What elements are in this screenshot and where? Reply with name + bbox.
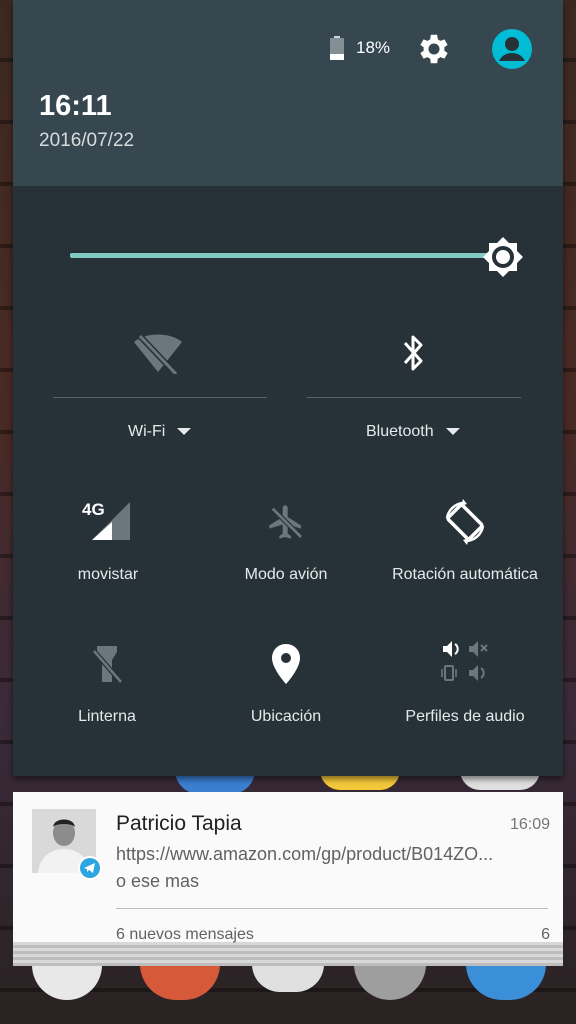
telegram-icon [78, 856, 102, 880]
notification-stack-edge [13, 942, 563, 966]
wifi-label-dropdown[interactable]: Wi-Fi [128, 423, 192, 441]
notification-title: Patricio Tapia [116, 812, 242, 835]
dock-app-icon [466, 964, 546, 1000]
flashlight-tile[interactable]: Linterna [53, 642, 161, 726]
location-pin-icon [272, 644, 300, 684]
airplane-mode-label: Modo avión [244, 566, 328, 583]
clock: 16:11 [39, 90, 112, 122]
auto-rotate-label: Rotación automática [392, 566, 538, 583]
flashlight-label: Linterna [78, 708, 136, 725]
flashlight-off-icon [91, 646, 123, 684]
date: 2016/07/22 [39, 130, 135, 151]
notification-time: 16:09 [509, 816, 550, 833]
dock-app-icon [252, 964, 324, 992]
bluetooth-icon [403, 335, 423, 371]
notification-count: 6 [541, 926, 550, 943]
dock-app-icon [140, 964, 220, 1000]
location-label: Ubicación [250, 708, 322, 725]
airplane-icon [269, 505, 303, 539]
quick-settings-panel: 18% 16:11 2016/07/22 Wi-Fi Bluetooth 4G … [13, 0, 563, 776]
airplane-mode-tile[interactable]: Modo avión [213, 502, 359, 584]
audio-profiles-label: Perfiles de audio [405, 708, 525, 725]
dock-app-icon [354, 964, 426, 1000]
brightness-track [70, 253, 506, 258]
audio-profiles-tile[interactable]: Perfiles de audio [397, 638, 533, 726]
wifi-tile[interactable] [123, 330, 193, 378]
wifi-label: Wi-Fi [128, 423, 166, 440]
bluetooth-tile[interactable] [393, 333, 433, 377]
wifi-off-icon [134, 331, 182, 374]
notification-summary: 6 nuevos mensajes [116, 926, 254, 943]
quick-settings-header: 18% 16:11 2016/07/22 [13, 0, 563, 186]
chevron-down-icon [177, 428, 192, 436]
mobile-data-label: movistar [77, 566, 139, 583]
wifi-divider [53, 397, 267, 398]
gear-icon[interactable] [415, 30, 453, 68]
signal-4g-icon: 4G [82, 498, 134, 542]
mobile-data-tile[interactable]: 4G movistar [43, 498, 173, 584]
brightness-icon[interactable] [482, 236, 524, 278]
notification-message-line: https://www.amazon.com/gp/product/B014ZO… [116, 844, 494, 864]
network-type-badge: 4G [82, 500, 105, 519]
dock-app-icon [32, 964, 102, 1000]
brightness-slider[interactable] [70, 237, 530, 277]
bluetooth-label-dropdown[interactable]: Bluetooth [366, 423, 460, 441]
battery-percentage: 18% [356, 38, 391, 57]
audio-profiles-icon [441, 641, 488, 681]
battery-icon [330, 36, 344, 60]
telegram-notification[interactable]: Patricio Tapia 16:09 https://www.amazon.… [13, 792, 563, 943]
auto-rotate-icon [445, 499, 485, 545]
location-tile[interactable]: Ubicación [228, 642, 344, 726]
notification-message-line: o ese mas [116, 871, 200, 891]
bluetooth-divider [307, 397, 521, 398]
user-avatar-icon[interactable] [491, 28, 533, 70]
notification-divider [116, 908, 548, 909]
chevron-down-icon [445, 428, 460, 436]
bluetooth-label: Bluetooth [366, 423, 434, 440]
auto-rotate-tile[interactable]: Rotación automática [383, 498, 547, 584]
